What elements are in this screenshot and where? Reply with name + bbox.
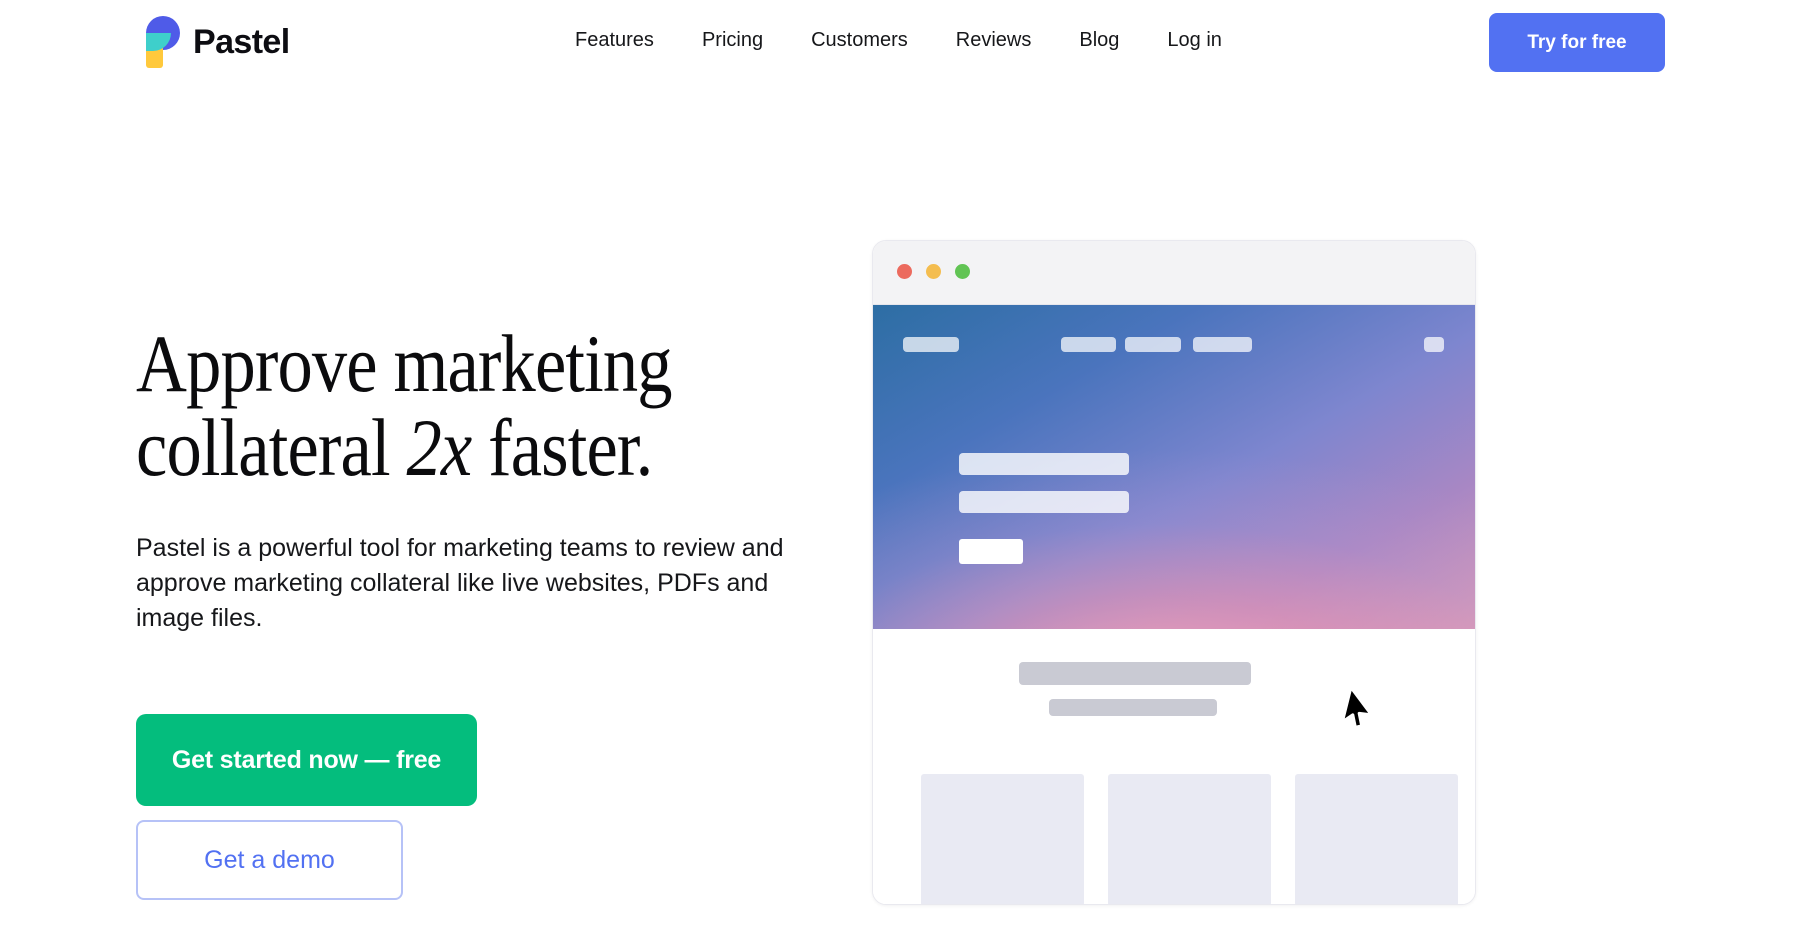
mockup-hero-text-placeholder-2	[959, 491, 1129, 513]
maximize-dot-icon[interactable]	[955, 264, 970, 279]
mockup-nav-placeholder-logo	[903, 337, 959, 352]
site-header: Pastel Features Pricing Customers Review…	[0, 0, 1800, 88]
mockup-hero-button-placeholder	[959, 539, 1023, 564]
window-controls	[897, 264, 970, 279]
get-started-button[interactable]: Get started now — free	[136, 714, 477, 806]
mouse-pointer-icon	[1340, 685, 1374, 730]
headline-line-1: Approve marketing	[136, 318, 673, 409]
headline-line-2-pre: collateral	[136, 401, 407, 493]
main-nav: Features Pricing Customers Reviews Blog …	[575, 27, 1222, 53]
browser-mockup	[872, 240, 1476, 905]
pastel-logo-icon	[134, 16, 180, 68]
page-title: Approve marketing collateral 2x faster.	[136, 322, 798, 489]
mockup-body-text-placeholder-1	[1019, 662, 1251, 685]
landing-page: Pastel Features Pricing Customers Review…	[0, 0, 1800, 930]
mockup-nav-placeholder-1	[1061, 337, 1116, 352]
brand-name: Pastel	[193, 23, 290, 61]
try-for-free-button[interactable]: Try for free	[1489, 13, 1665, 72]
nav-item-pricing[interactable]: Pricing	[702, 27, 763, 53]
nav-item-blog[interactable]: Blog	[1079, 27, 1119, 53]
headline-emphasis: 2x	[406, 401, 472, 493]
mockup-nav-placeholder-3	[1193, 337, 1252, 352]
nav-item-login[interactable]: Log in	[1167, 27, 1222, 53]
mockup-card-placeholder	[1108, 774, 1271, 904]
mockup-body-section	[873, 629, 1475, 904]
mockup-body-text-placeholder-2	[1049, 699, 1217, 716]
mockup-card-row	[921, 774, 1458, 904]
nav-item-customers[interactable]: Customers	[811, 27, 908, 53]
mockup-hero-banner	[873, 305, 1475, 629]
get-a-demo-button[interactable]: Get a demo	[136, 820, 403, 900]
mockup-nav-placeholder-2	[1125, 337, 1181, 352]
headline-line-2-post: faster.	[471, 401, 653, 493]
mockup-card-placeholder	[1295, 774, 1458, 904]
mockup-hero-text-placeholder-1	[959, 453, 1129, 475]
brand-logo-link[interactable]: Pastel	[134, 16, 290, 68]
close-dot-icon[interactable]	[897, 264, 912, 279]
mockup-card-placeholder	[921, 774, 1084, 904]
browser-chrome-bar	[873, 241, 1475, 305]
minimize-dot-icon[interactable]	[926, 264, 941, 279]
nav-item-reviews[interactable]: Reviews	[956, 27, 1032, 53]
hero-subtext: Pastel is a powerful tool for marketing …	[136, 534, 784, 633]
hero-content: Approve marketing collateral 2x faster. …	[136, 322, 798, 900]
mockup-nav-placeholder-cta	[1424, 337, 1444, 352]
nav-item-features[interactable]: Features	[575, 27, 654, 53]
